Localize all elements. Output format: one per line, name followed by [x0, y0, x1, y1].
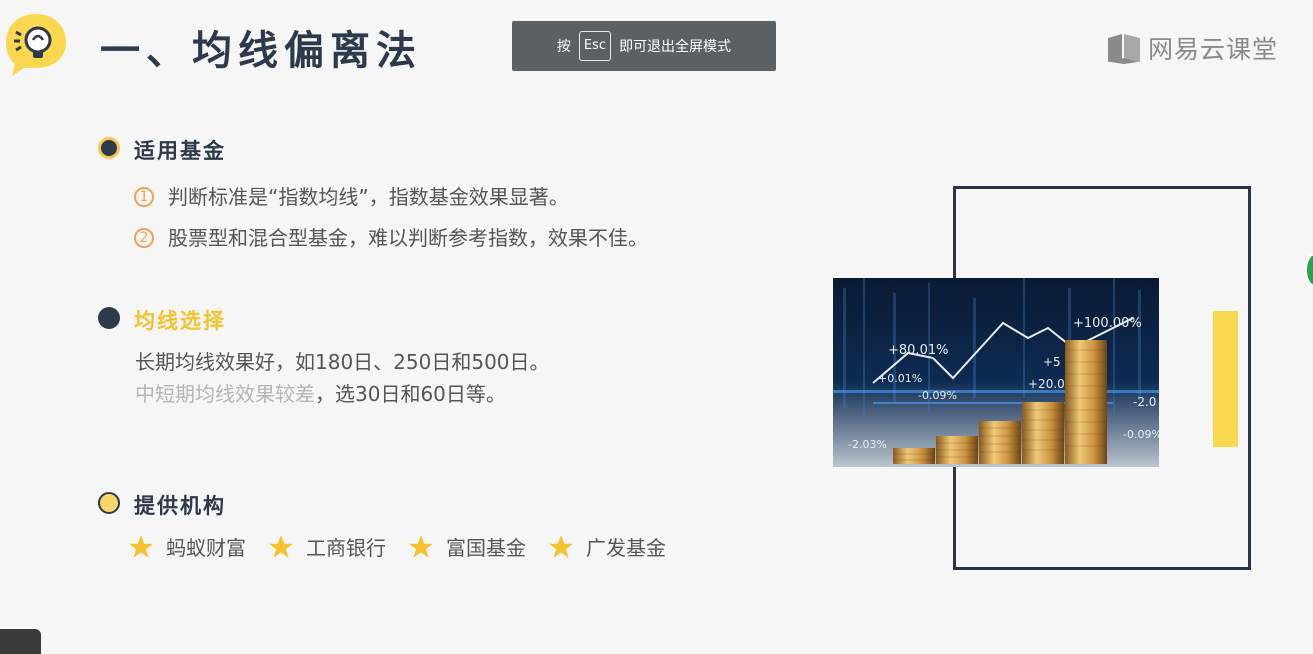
page-title: 一、均线偏离法	[100, 28, 422, 74]
ma-short-term-faded: 中短期均线效果较差	[135, 382, 315, 406]
photo-label: +20.0	[1028, 377, 1065, 391]
institution-name: 工商银行	[306, 536, 386, 560]
institution-name: 富国基金	[446, 536, 526, 560]
lightbulb-icon	[6, 14, 66, 76]
ma-long-term-text: 长期均线效果好，如180日、250日和500日。	[135, 350, 550, 374]
section-bullet	[98, 307, 120, 329]
institution-list: 蚂蚁财富 工商银行 富国基金 广发基金	[128, 532, 688, 561]
ma-short-term-text: 中短期均线效果较差，选30日和60日等。	[135, 378, 506, 407]
section-title-ma-choice: 均线选择	[134, 309, 226, 333]
institution-name: 蚂蚁财富	[166, 536, 246, 560]
photo-label: -0.09%	[918, 389, 957, 402]
brand-logo: 网易云课堂	[1106, 30, 1278, 66]
ma-short-term-rest: ，选30日和60日等。	[315, 382, 506, 406]
coin-stacks-image: +100.00% +80.01% +0.01% -0.09% +20.0 +5 …	[833, 278, 1159, 467]
number-badge: 1	[134, 186, 154, 207]
toast-prefix: 按	[556, 39, 571, 55]
section-title-applicable: 适用基金	[134, 139, 226, 163]
list-item-text: 判断标准是“指数均线”，指数基金效果显著。	[168, 185, 569, 209]
institution-item: 富国基金	[408, 532, 526, 561]
player-control-tab[interactable]	[0, 629, 41, 654]
institution-item: 工商银行	[268, 532, 386, 561]
photo-label: -2.0	[1133, 395, 1156, 409]
section-title-institutions: 提供机构	[134, 494, 226, 518]
star-icon	[129, 534, 153, 558]
toast-message: 即可退出全屏模式	[619, 39, 732, 55]
photo-label: +100.00%	[1073, 316, 1142, 331]
photo-label: -2.03%	[848, 438, 887, 451]
star-icon	[409, 534, 433, 558]
photo-label: -0.09%	[1123, 428, 1159, 441]
list-item-text: 股票型和混合型基金，难以判断参考指数，效果不佳。	[168, 226, 648, 250]
book-icon	[1108, 34, 1140, 64]
list-item: 2 股票型和混合型基金，难以判断参考指数，效果不佳。	[134, 222, 648, 251]
number-badge: 2	[134, 227, 154, 248]
institution-item: 蚂蚁财富	[128, 532, 246, 561]
institution-item: 广发基金	[548, 532, 666, 561]
photo-label: +5	[1043, 355, 1061, 369]
section-bullet	[98, 137, 120, 159]
side-widget-button[interactable]	[1305, 253, 1313, 287]
photo-label: +80.01%	[888, 343, 948, 358]
institution-name: 广发基金	[586, 536, 666, 560]
star-icon	[269, 534, 293, 558]
fullscreen-exit-toast: 按 Esc 即可退出全屏模式	[512, 21, 776, 71]
brand-name: 网易云课堂	[1148, 35, 1279, 64]
esc-key-badge: Esc	[578, 31, 612, 61]
accent-bar	[1213, 311, 1238, 447]
section-bullet	[98, 492, 120, 514]
photo-label: +0.01%	[878, 372, 922, 385]
list-item: 1 判断标准是“指数均线”，指数基金效果显著。	[134, 181, 569, 210]
star-icon	[549, 534, 573, 558]
